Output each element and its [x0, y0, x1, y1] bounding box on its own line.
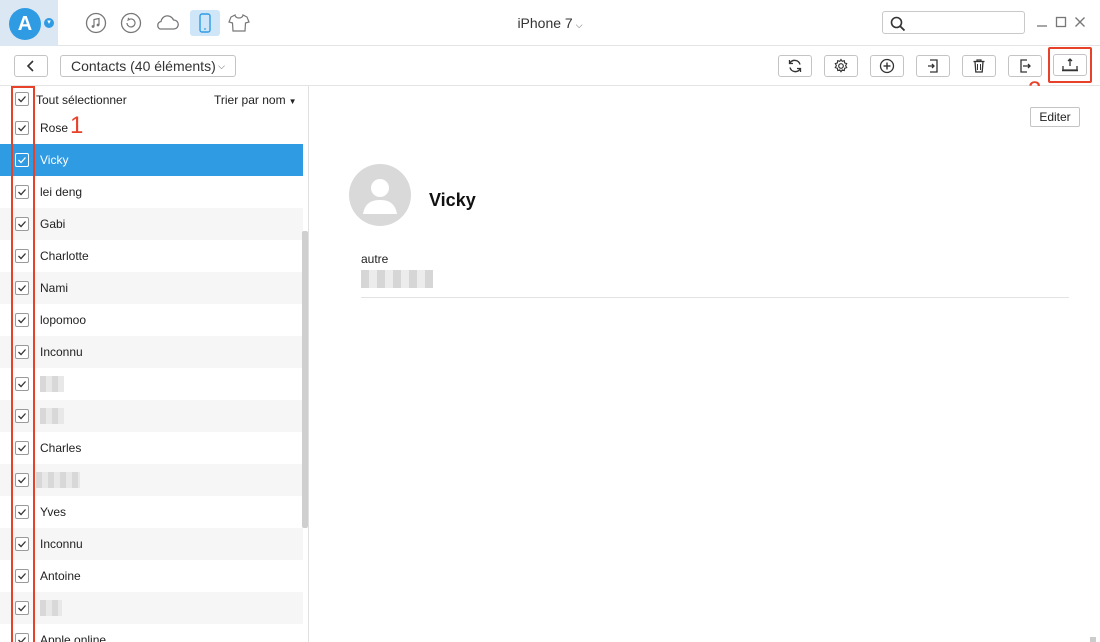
contact-row[interactable]: Nami — [0, 272, 303, 304]
close-icon[interactable] — [1072, 14, 1088, 30]
resize-handle[interactable] — [1090, 637, 1096, 642]
settings-icon — [834, 58, 848, 73]
contact-row[interactable] — [0, 464, 303, 496]
contact-row[interactable]: Charlotte — [0, 240, 303, 272]
add-icon — [879, 58, 895, 74]
contact-name: Vicky — [429, 190, 476, 210]
contact-row[interactable]: Charles — [0, 432, 303, 464]
toolbar: Contacts (40 éléments) ⌵ — [0, 46, 1100, 86]
delete-button[interactable] — [962, 55, 996, 77]
chevron-down-icon: ⌵ — [575, 20, 583, 30]
contact-row[interactable] — [0, 592, 303, 624]
contact-name-label: Gabi — [40, 217, 66, 231]
cloud-icon[interactable] — [154, 10, 180, 36]
contact-row[interactable]: lopomoo — [0, 304, 303, 336]
contact-list: Rose Vicky lei deng Gabi Charlotte Nami lopomo… — [0, 112, 303, 642]
history-icon[interactable] — [118, 10, 144, 36]
settings-button[interactable] — [824, 55, 858, 77]
person-icon — [363, 179, 397, 214]
caret-down-icon: ▼ — [288, 97, 297, 106]
contact-row[interactable]: Apple online — [0, 624, 303, 642]
category-dropdown[interactable]: Contacts (40 éléments) ⌵ — [60, 55, 236, 77]
contact-row[interactable] — [0, 400, 303, 432]
redacted-name — [40, 600, 62, 616]
scrollbar[interactable] — [302, 231, 308, 528]
music-icon[interactable] — [83, 10, 109, 36]
search-box[interactable] — [882, 11, 1025, 34]
chevron-down-icon[interactable]: ▾ — [44, 18, 54, 28]
export-to-computer-button[interactable] — [1048, 47, 1092, 83]
list-header: Tout sélectionner Trier par nom ▼ — [0, 86, 308, 112]
export-to-computer-icon — [1062, 58, 1078, 72]
trash-icon — [973, 59, 985, 73]
search-input[interactable] — [909, 14, 1019, 31]
add-button[interactable] — [870, 55, 904, 77]
contact-name-label: Nami — [40, 281, 69, 295]
contact-row[interactable]: Gabi — [0, 208, 303, 240]
import-button[interactable] — [916, 55, 950, 77]
contact-row[interactable]: lei deng — [0, 176, 303, 208]
import-icon — [928, 59, 938, 73]
field-value-redacted — [361, 270, 433, 288]
minimize-icon[interactable] — [1034, 14, 1050, 30]
avatar — [349, 164, 411, 226]
export-to-device-icon — [1020, 59, 1031, 73]
annotation-box-1 — [11, 86, 35, 642]
contact-row[interactable]: Yves — [0, 496, 303, 528]
refresh-icon — [788, 59, 802, 73]
contact-row[interactable]: Rose — [0, 112, 303, 144]
chevron-down-icon: ⌵ — [218, 61, 225, 71]
contact-row[interactable]: Antoine — [0, 560, 303, 592]
divider — [361, 297, 1069, 298]
contact-list-panel: Tout sélectionner Trier par nom ▼ Rose Vic… — [0, 86, 309, 642]
contact-name-label: Yves — [40, 505, 67, 519]
redacted-name — [36, 472, 80, 488]
search-icon — [890, 16, 906, 32]
app-logo[interactable]: A ▾ — [0, 0, 58, 46]
contact-name-label: Inconnu — [40, 537, 83, 551]
field-label: autre — [361, 252, 389, 266]
phone-icon[interactable] — [190, 10, 220, 36]
select-all-label[interactable]: Tout sélectionner — [36, 93, 127, 107]
contact-name-label: Charlotte — [40, 249, 89, 263]
refresh-button[interactable] — [778, 55, 812, 77]
category-label: Contacts (40 éléments) — [71, 58, 216, 74]
contact-row[interactable] — [0, 368, 303, 400]
back-button[interactable] — [14, 55, 48, 77]
contact-name-label: Charles — [40, 441, 82, 455]
contact-detail-panel: Editer Vicky autre — [309, 86, 1100, 642]
contact-row[interactable]: Inconnu — [0, 528, 303, 560]
device-name: iPhone 7 — [517, 15, 573, 31]
contact-name-label: Inconnu — [40, 345, 83, 359]
edit-button[interactable]: Editer — [1030, 107, 1080, 127]
title-bar: A ▾ iPhone 7 ⌵ — [0, 0, 1100, 46]
export-to-computer-inner — [1053, 54, 1087, 76]
contact-name-label: Vicky — [40, 153, 69, 167]
contact-name-label: Apple online — [40, 633, 107, 642]
contact-name-label: lopomoo — [40, 313, 87, 327]
tshirt-icon[interactable] — [226, 10, 252, 36]
annotation-number-1: 1 — [70, 112, 84, 139]
contact-name-label: Rose — [40, 121, 69, 135]
sort-label: Trier par nom — [214, 93, 286, 107]
redacted-name — [40, 376, 64, 392]
redacted-name — [40, 408, 64, 424]
contact-row[interactable]: Inconnu — [0, 336, 303, 368]
contact-name-label: lei deng — [40, 185, 83, 199]
maximize-icon[interactable] — [1053, 14, 1069, 30]
device-selector[interactable]: iPhone 7 ⌵ — [470, 15, 630, 31]
chevron-left-icon — [26, 60, 34, 72]
anytrans-logo-icon: A — [9, 8, 41, 40]
contact-name-label: Antoine — [40, 569, 81, 583]
contact-row[interactable]: Vicky — [0, 144, 303, 176]
export-to-device-button[interactable] — [1008, 55, 1042, 77]
sort-dropdown[interactable]: Trier par nom ▼ — [214, 93, 297, 107]
